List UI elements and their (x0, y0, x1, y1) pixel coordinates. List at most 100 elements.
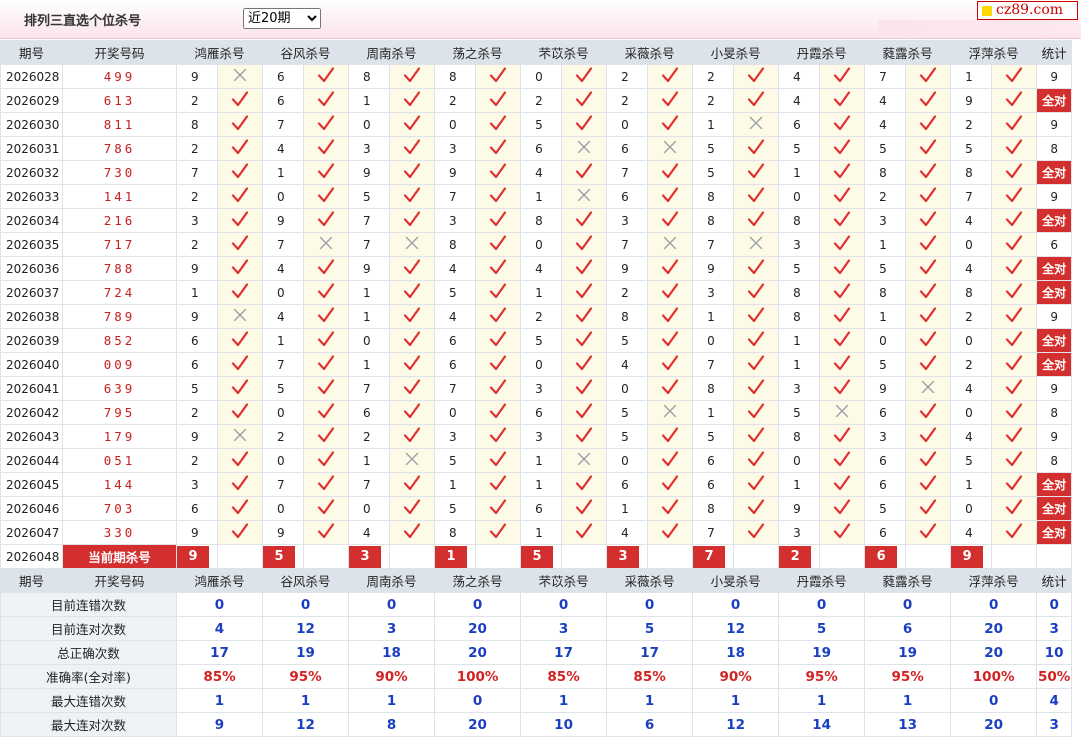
stats-cell: 全对 (1036, 256, 1073, 281)
header-expert: 蕤露杀号 (864, 568, 952, 593)
result-correct-cell (561, 280, 608, 305)
result-correct-cell (389, 496, 436, 521)
result-correct-cell (561, 88, 608, 113)
summary-value: 6 (864, 616, 952, 641)
kill-number-cell: 6 (520, 400, 563, 425)
kill-number-cell: 4 (950, 424, 993, 449)
period-cell: 2026047 (0, 520, 63, 545)
result-correct-cell (303, 352, 350, 377)
check-icon (920, 283, 937, 299)
check-icon (1006, 379, 1023, 395)
kill-number-cell: 1 (520, 448, 563, 473)
check-icon (920, 451, 937, 467)
cross-icon (921, 380, 935, 394)
result-correct-cell (303, 496, 350, 521)
period-cell: 2026031 (0, 136, 63, 161)
result-correct-cell (216, 88, 264, 113)
result-wrong-cell (733, 112, 780, 137)
check-icon (231, 163, 249, 179)
result-correct-cell (905, 448, 952, 473)
result-correct-cell (819, 88, 866, 113)
result-correct-cell (905, 208, 952, 233)
result-correct-cell (216, 208, 264, 233)
kill-number-cell: 2 (348, 424, 391, 449)
summary-value: 1 (606, 688, 694, 713)
logo-text: cz89.com (996, 2, 1064, 18)
check-icon (747, 67, 765, 83)
table-row: 2026039 852 6 1 0 6 5 5 0 1 0 0 全对 (0, 328, 1073, 353)
kill-number-cell: 4 (950, 520, 993, 545)
result-correct-cell (819, 256, 866, 281)
site-logo[interactable]: cz89.com (977, 1, 1078, 20)
cross-icon (663, 404, 677, 418)
kill-number-cell: 6 (864, 472, 907, 497)
summary-value: 0 (606, 592, 694, 617)
kill-number-cell: 2 (262, 424, 305, 449)
kill-number-cell: 5 (692, 160, 735, 185)
result-correct-cell (733, 160, 780, 185)
check-icon (317, 67, 335, 83)
check-icon (920, 403, 937, 419)
check-icon (747, 211, 765, 227)
kill-number-cell: 4 (520, 256, 563, 281)
summary-label: 目前连对次数 (0, 616, 177, 641)
check-icon (575, 259, 593, 275)
summary-row: 最大连对次数 9 12 8 20 10 6 12 14 13 20 3 (0, 712, 1073, 737)
cross-icon (749, 236, 763, 250)
period-range-select[interactable]: 近20期 (243, 8, 321, 29)
cross-icon (577, 188, 591, 202)
kill-number-cell: 9 (176, 256, 218, 281)
check-icon (920, 427, 937, 443)
check-icon (747, 283, 765, 299)
result-correct-cell (475, 520, 522, 545)
summary-value: 0 (262, 592, 350, 617)
summary-value-total: 3 (1036, 712, 1073, 737)
summary-value: 0 (950, 592, 1038, 617)
current-period-cell: 2026048 (0, 544, 63, 569)
table-row: 2026035 717 2 7 7 8 0 7 7 3 1 0 6 (0, 232, 1073, 257)
result-correct-cell (991, 400, 1038, 425)
stats-cell: 9 (1036, 112, 1073, 137)
check-icon (834, 139, 851, 155)
kill-number-cell: 5 (348, 184, 391, 209)
result-correct-cell (475, 400, 522, 425)
summary-value: 19 (864, 640, 952, 665)
kill-number-cell: 6 (606, 184, 649, 209)
summary-value: 20 (950, 712, 1038, 737)
summary-value: 90% (348, 664, 436, 689)
result-correct-cell (647, 208, 694, 233)
kill-number-cell: 1 (778, 352, 821, 377)
brand-backdrop (878, 20, 1078, 36)
period-cell: 2026041 (0, 376, 63, 401)
table-row: 2026038 789 9 4 1 4 2 8 1 8 1 2 9 (0, 304, 1073, 329)
kill-number-cell: 1 (176, 280, 218, 305)
kill-number-cell: 9 (176, 424, 218, 449)
check-icon (317, 475, 335, 491)
result-correct-cell (991, 376, 1038, 401)
kill-number-cell: 9 (606, 256, 649, 281)
result-correct-cell (819, 496, 866, 521)
result-correct-cell (475, 424, 522, 449)
kill-number-cell: 9 (778, 496, 821, 521)
check-icon (1006, 475, 1023, 491)
empty-cell (216, 544, 264, 569)
result-correct-cell (905, 352, 952, 377)
result-correct-cell (216, 496, 264, 521)
check-icon (1006, 331, 1023, 347)
result-correct-cell (733, 256, 780, 281)
result-correct-cell (991, 496, 1038, 521)
kill-number-cell: 8 (348, 64, 391, 89)
check-icon (231, 115, 249, 131)
winning-number-cell: 852 (62, 328, 177, 353)
result-correct-cell (905, 232, 952, 257)
check-icon (1006, 211, 1023, 227)
result-correct-cell (389, 184, 436, 209)
result-correct-cell (216, 352, 264, 377)
check-icon (661, 283, 679, 299)
result-correct-cell (389, 472, 436, 497)
kill-number-cell: 2 (176, 232, 218, 257)
kill-number-cell: 6 (606, 136, 649, 161)
kill-number-cell: 4 (606, 520, 649, 545)
check-icon (575, 331, 593, 347)
result-wrong-cell (647, 136, 694, 161)
